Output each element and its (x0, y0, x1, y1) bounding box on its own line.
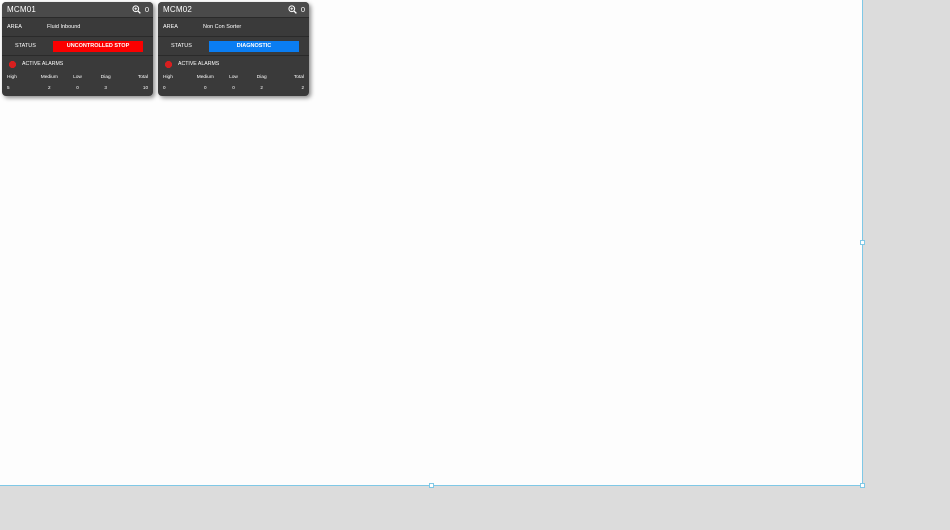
active-alarms-label: ACTIVE ALARMS (22, 61, 64, 67)
col-low: Low (73, 74, 82, 80)
alarm-count-values: 0 0 0 2 2 (158, 82, 309, 92)
status-badge: UNCONTROLLED STOP (53, 40, 143, 52)
col-low: Low (229, 74, 238, 80)
active-alarms-row: ACTIVE ALARMS (2, 56, 153, 72)
val-diag: 2 (260, 84, 263, 90)
col-diag: Diag (256, 74, 267, 80)
val-diag: 3 (104, 84, 107, 90)
zoom-in-icon[interactable] (132, 5, 141, 14)
val-medium: 2 (48, 84, 51, 90)
status-row: STATUS UNCONTROLLED STOP (2, 37, 153, 56)
mcm-card[interactable]: MCM01 0 AREA Fluid Inbound STATUS UNCONT… (2, 2, 153, 96)
alarm-icon (165, 60, 172, 68)
val-low: 0 (232, 84, 235, 90)
area-row: AREA Fluid Inbound (2, 18, 153, 37)
col-high: High (163, 74, 173, 80)
col-total: Total (293, 74, 305, 80)
card-header: MCM01 0 (2, 2, 153, 18)
resize-handle-right[interactable] (860, 240, 865, 245)
zoom-in-icon[interactable] (288, 5, 297, 14)
val-low: 0 (76, 84, 79, 90)
alarm-icon (9, 60, 16, 68)
col-high: High (7, 74, 17, 80)
active-alarms-label: ACTIVE ALARMS (178, 61, 220, 67)
val-medium: 0 (204, 84, 207, 90)
val-high: 0 (163, 84, 166, 90)
design-canvas[interactable]: MCM01 0 AREA Fluid Inbound STATUS UNCONT… (0, 0, 863, 486)
resize-handle-bottom[interactable] (429, 483, 434, 488)
status-label: STATUS (15, 43, 36, 49)
card-header: MCM02 0 (158, 2, 309, 18)
col-total: Total (137, 74, 149, 80)
area-value: Non Con Sorter (203, 24, 242, 30)
col-diag: Diag (100, 74, 111, 80)
area-label: AREA (7, 24, 22, 30)
alarm-count-values: 5 2 0 3 10 (2, 82, 153, 92)
card-count: 0 (144, 5, 149, 14)
resize-handle-corner[interactable] (860, 483, 865, 488)
mcm-card[interactable]: MCM02 0 AREA Non Con Sorter STATUS DIAGN… (158, 2, 309, 96)
status-label: STATUS (171, 43, 192, 49)
card-title: MCM01 (7, 5, 37, 14)
alarm-count-headers: High Medium Low Diag Total (2, 72, 153, 82)
status-row: STATUS DIAGNOSTIC (158, 37, 309, 56)
area-label: AREA (163, 24, 178, 30)
alarm-count-headers: High Medium Low Diag Total (158, 72, 309, 82)
area-row: AREA Non Con Sorter (158, 18, 309, 37)
col-medium: Medium (40, 74, 58, 80)
val-high: 5 (7, 84, 10, 90)
card-title: MCM02 (163, 5, 193, 14)
status-badge: DIAGNOSTIC (209, 40, 299, 52)
area-value: Fluid Inbound (47, 24, 81, 30)
val-total: 2 (301, 84, 305, 90)
card-count: 0 (300, 5, 305, 14)
val-total: 10 (142, 84, 149, 90)
col-medium: Medium (196, 74, 214, 80)
active-alarms-row: ACTIVE ALARMS (158, 56, 309, 72)
